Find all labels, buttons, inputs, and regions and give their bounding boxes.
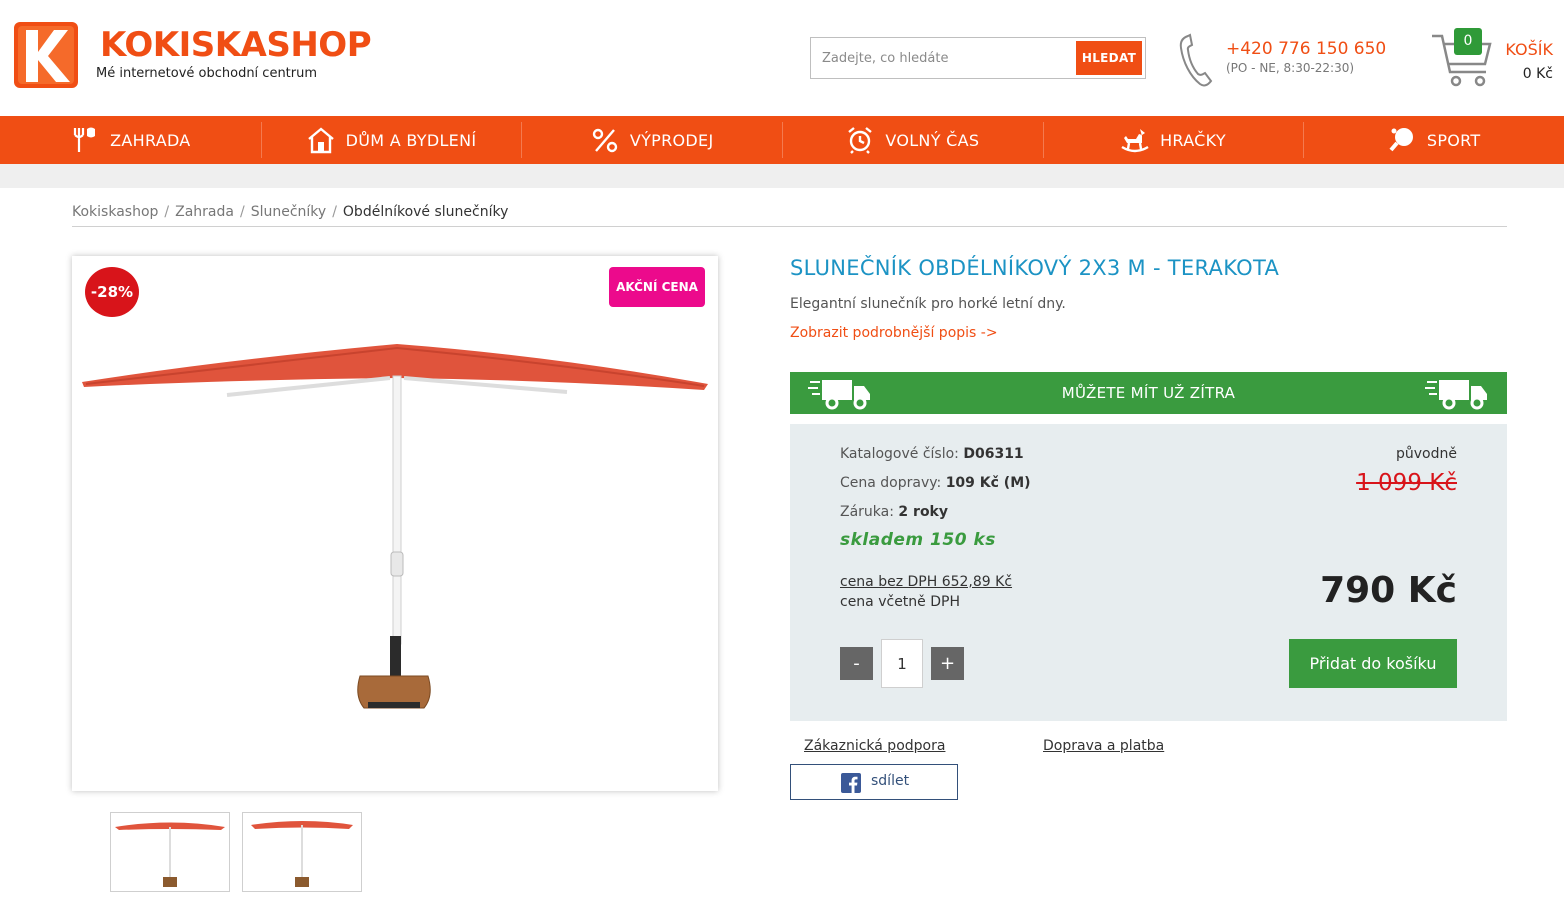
breadcrumb-separator: / [164, 204, 170, 220]
warranty: Záruka: 2 roky [840, 504, 948, 520]
breadcrumb-separator: / [239, 204, 245, 220]
nav-label: SPORT [1426, 130, 1481, 150]
breadcrumb-item[interactable]: Kokiskashop [72, 204, 158, 220]
quantity-input[interactable] [881, 639, 923, 688]
parasol-image [82, 344, 708, 709]
quantity-increase-button[interactable]: + [931, 647, 964, 680]
customer-support-link[interactable]: Zákaznická podpora [804, 738, 945, 754]
cart-label[interactable]: KOŠÍK [1505, 40, 1553, 59]
facebook-share-button[interactable]: sdílet [790, 764, 958, 800]
breadcrumb-separator: / [332, 204, 337, 220]
discount-badge: -28% [85, 267, 139, 317]
house-icon [307, 127, 334, 154]
product-thumbnail[interactable] [110, 812, 230, 892]
delivery-truck-icon [1425, 380, 1487, 410]
nav-label: VÝPRODEJ [629, 130, 714, 150]
catalog-number: Katalogové číslo: D06311 [840, 446, 1024, 462]
shipping-payment-link[interactable]: Doprava a platba [1043, 738, 1164, 754]
breadcrumb-divider [72, 226, 1507, 227]
nav-label: VOLNÝ ČAS [885, 130, 980, 150]
catalog-label: Katalogové číslo: [840, 446, 959, 462]
nav-label: ZAHRADA [110, 130, 191, 150]
breadcrumb-item[interactable]: Slunečníky [251, 204, 327, 220]
original-price: 1 099 Kč [1356, 470, 1457, 496]
breadcrumb-item[interactable]: Zahrada [175, 204, 234, 220]
current-price: 790 Kč [1320, 570, 1457, 611]
search-input[interactable] [811, 38, 1073, 78]
alarm-clock-icon [848, 127, 873, 154]
quantity-decrease-button[interactable]: - [840, 647, 873, 680]
product-short-description: Elegantní slunečník pro horké letní dny. [790, 296, 1066, 312]
cart-total: 0 Kč [1522, 66, 1553, 82]
thumbnail-image [251, 821, 353, 887]
nav-item-sport[interactable]: SPORT [1303, 116, 1564, 164]
thumbnail-image [115, 822, 225, 887]
product-main-image[interactable] [72, 256, 718, 791]
cart-count-badge[interactable]: 0 [1454, 28, 1482, 55]
content-top-band [0, 164, 1564, 188]
nav-item-volny-cas[interactable]: VOLNÝ ČAS [782, 116, 1043, 164]
percent-icon [592, 128, 618, 153]
action-price-badge: AKČNÍ CENA [609, 267, 705, 307]
ping-pong-icon [1389, 128, 1413, 152]
product-thumbnail[interactable] [242, 812, 362, 892]
warranty-label: Záruka: [840, 504, 894, 520]
shipping-cost: Cena dopravy: 109 Kč (M) [840, 475, 1031, 491]
phone-hours: (PO - NE, 8:30-22:30) [1226, 61, 1355, 75]
warranty-value: 2 roky [898, 504, 948, 520]
breadcrumb: Kokiskashop / Zahrada / Slunečníky / Obdélníko… [72, 204, 508, 220]
rocking-horse-icon [1121, 129, 1149, 153]
shipping-label: Cena dopravy: [840, 475, 942, 491]
stock-status: skladem 150 ks [840, 530, 996, 550]
brand-name[interactable]: KOKISKASHOP [100, 26, 372, 64]
nav-item-zahrada[interactable]: ZAHRADA [0, 116, 261, 164]
price-without-vat[interactable]: cena bez DPH 652,89 Kč [840, 574, 1012, 590]
garden-tools-icon [74, 127, 96, 152]
kokiskashop-logo[interactable] [14, 22, 78, 88]
nav-label: DŮM A BYDLENÍ [345, 130, 477, 150]
product-title: SLUNEČNÍK OBDÉLNÍKOVÝ 2X3 M - TERAKOTA [790, 256, 1280, 280]
breadcrumb-current: Obdélníkové slunečníky [342, 204, 509, 220]
delivery-truck-icon [808, 380, 870, 410]
search-button[interactable]: HLEDAT [1076, 41, 1142, 75]
nav-item-vyprodej[interactable]: VÝPRODEJ [521, 116, 782, 164]
share-label: sdílet [871, 773, 910, 789]
shipping-value: 109 Kč (M) [945, 475, 1031, 491]
nav-item-dum-a-bydleni[interactable]: DŮM A BYDLENÍ [260, 116, 522, 164]
nav-item-hracky[interactable]: HRAČKY [1042, 116, 1304, 164]
phone-icon [1179, 33, 1213, 87]
nav-label: HRAČKY [1160, 130, 1226, 150]
delivery-banner: MŮŽETE MÍT UŽ ZÍTRA [790, 372, 1507, 414]
site-header: KOKISKASHOP Mé internetové obchodní cent… [0, 0, 1564, 116]
facebook-icon [841, 773, 861, 793]
phone-number[interactable]: +420 776 150 650 [1226, 39, 1386, 59]
original-price-label: původně [1396, 446, 1457, 462]
search-box: HLEDAT [810, 37, 1146, 79]
main-nav: ZAHRADA DŮM A BYDLENÍ VÝPRODEJ VOLNÝ ČAS… [0, 116, 1564, 164]
add-to-cart-button[interactable]: Přidat do košíku [1289, 639, 1457, 688]
price-with-vat-label: cena včetně DPH [840, 594, 960, 610]
brand-tagline: Mé internetové obchodní centrum [96, 66, 318, 81]
more-description-link[interactable]: Zobrazit podrobnější popis -> [790, 325, 998, 341]
catalog-value: D06311 [963, 446, 1024, 462]
